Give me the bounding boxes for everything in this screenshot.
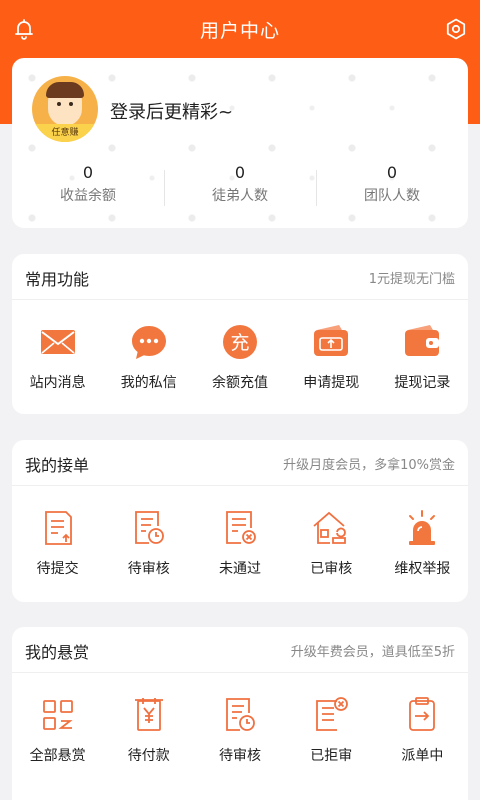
house-stamp-icon [313,511,347,544]
document-rejected-icon [316,697,349,731]
chat-bubble-icon [131,326,166,359]
stat-team[interactable]: 0 团队人数 [316,162,468,216]
recharge-glyph: 充 [230,332,249,354]
function-label: 余额充值 [212,375,268,391]
stat-label: 团队人数 [364,188,420,204]
stats-row: 0 收益余额 0 徒弟人数 0 团队人数 [12,162,468,216]
yuan-document-icon [134,698,163,731]
my-rewards-card: 我的悬赏 升级年费会员，道具低至5折 全部悬赏 待付款 待审核 已拒审 派单中 [12,627,468,800]
wallet-icon [405,325,440,356]
avatar-hair [46,82,84,98]
reward-all[interactable]: 全部悬赏 [12,695,103,765]
reward-dispatching[interactable]: 派单中 [377,695,468,765]
stat-balance[interactable]: 0 收益余额 [12,162,164,216]
document-clock-icon [226,698,255,731]
stat-label: 徒弟人数 [212,188,268,204]
reward-label: 已拒审 [310,748,353,764]
top-bar: 用户中心 [0,0,480,58]
page-title: 用户中心 [199,19,280,42]
function-label: 提现记录 [394,375,451,391]
avatar-eye [69,102,73,106]
reward-label: 派单中 [401,748,444,764]
stat-value: 0 [386,163,398,182]
section-note[interactable]: 升级年费会员，道具低至5折 [291,641,455,660]
function-recharge[interactable]: 充 余额充值 [194,322,285,392]
order-label: 待提交 [36,561,79,577]
recharge-icon: 充 [223,325,257,359]
order-reviewed[interactable]: 已审核 [286,508,377,578]
profile-card: 任意赚 登录后更精彩~ 0 收益余额 0 徒弟人数 0 团队人数 [12,58,468,228]
bell-icon[interactable] [12,17,36,41]
login-prompt[interactable]: 登录后更精彩~ [110,98,233,124]
document-upload-icon [44,511,72,545]
section-note[interactable]: 1元提现无门槛 [369,268,455,287]
section-title: 我的接单 [25,456,90,475]
order-label: 已审核 [310,561,353,577]
function-grid: 站内消息 我的私信 充 余额充值 申请提现 提现记录 [12,300,468,392]
alarm-light-icon [409,510,436,545]
common-functions-card: 常用功能 1元提现无门槛 站内消息 我的私信 充 余额充值 申请提现 提现记录 [12,254,468,414]
avatar[interactable]: 任意赚 [32,76,98,142]
document-reject-icon [226,511,256,544]
section-header: 我的悬赏 升级年费会员，道具低至5折 [12,627,468,673]
function-label: 我的私信 [120,375,177,391]
section-title: 常用功能 [25,270,90,289]
document-clock-icon [134,511,164,544]
reward-pending-payment[interactable]: 待付款 [103,695,194,765]
reward-label: 待审核 [219,748,261,764]
function-private-message[interactable]: 我的私信 [103,322,194,392]
order-rejected[interactable]: 未通过 [194,508,285,578]
reward-label: 全部悬赏 [29,748,86,764]
order-pending-review[interactable]: 待审核 [103,508,194,578]
clipboard-arrow-icon [409,697,436,731]
mail-icon [40,330,75,354]
function-inbox[interactable]: 站内消息 [12,322,103,392]
settings-icon[interactable] [444,17,468,41]
reward-pending-review[interactable]: 待审核 [194,695,285,765]
wallet-upload-icon [314,325,349,356]
grid-icon [42,700,73,730]
function-withdraw-records[interactable]: 提现记录 [377,322,468,392]
function-label: 站内消息 [29,375,86,391]
function-withdraw[interactable]: 申请提现 [286,322,377,392]
order-pending-submit[interactable]: 待提交 [12,508,103,578]
my-orders-card: 我的接单 升级月度会员，多拿10%赏金 待提交 待审核 未通过 已审核 维权举报 [12,440,468,602]
avatar-eye [57,102,61,106]
reward-rejected[interactable]: 已拒审 [286,695,377,765]
stat-apprentices[interactable]: 0 徒弟人数 [164,162,316,216]
order-report[interactable]: 维权举报 [377,508,468,578]
avatar-tag: 任意赚 [32,124,98,142]
rewards-grid: 全部悬赏 待付款 待审核 已拒审 派单中 [12,673,468,765]
section-note[interactable]: 升级月度会员，多拿10%赏金 [283,454,455,473]
section-title: 我的悬赏 [25,643,90,662]
section-header: 常用功能 1元提现无门槛 [12,254,468,300]
order-label: 维权举报 [394,561,451,577]
stat-value: 0 [82,163,94,182]
order-label: 未通过 [219,561,261,577]
function-label: 申请提现 [303,375,360,391]
stat-value: 0 [234,163,246,182]
orders-grid: 待提交 待审核 未通过 已审核 维权举报 [12,486,468,578]
reward-label: 待付款 [127,748,170,764]
order-label: 待审核 [127,561,170,577]
stat-label: 收益余额 [60,188,116,204]
section-header: 我的接单 升级月度会员，多拿10%赏金 [12,440,468,486]
